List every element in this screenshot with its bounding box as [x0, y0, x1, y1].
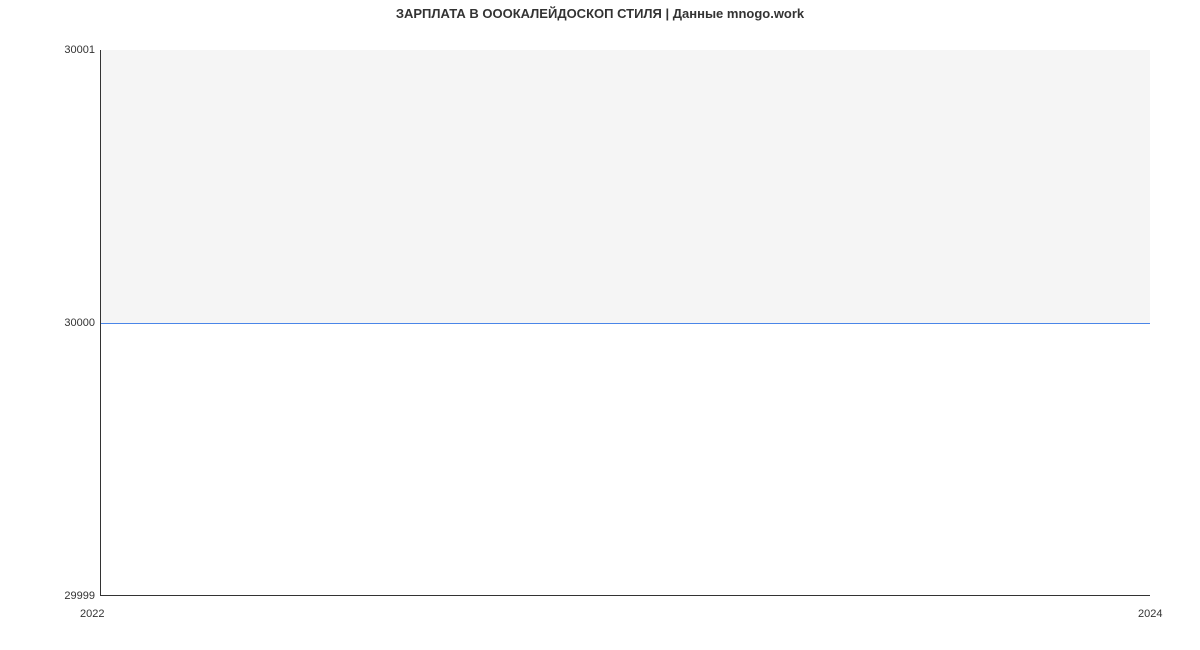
y-tick-top: 30001 [35, 44, 95, 56]
line-series [101, 323, 1150, 324]
x-tick-left: 2022 [80, 608, 104, 620]
plot-area [100, 50, 1150, 596]
salary-chart: ЗАРПЛАТА В ОООКАЛЕЙДОСКОП СТИЛЯ | Данные… [0, 0, 1200, 650]
grid-band [101, 50, 1150, 323]
y-tick-mid: 30000 [35, 317, 95, 329]
y-tick-bottom: 29999 [35, 590, 95, 602]
chart-title: ЗАРПЛАТА В ОООКАЛЕЙДОСКОП СТИЛЯ | Данные… [0, 6, 1200, 21]
x-tick-right: 2024 [1138, 608, 1162, 620]
